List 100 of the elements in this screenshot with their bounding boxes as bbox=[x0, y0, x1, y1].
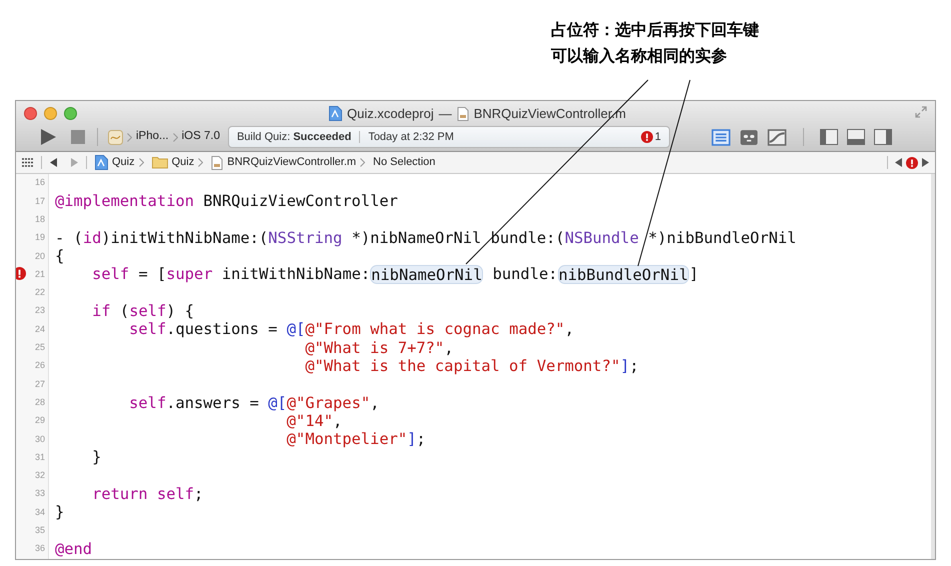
line-number: 36 bbox=[34, 542, 45, 556]
navigator-toggle-icon[interactable] bbox=[820, 129, 838, 145]
build-time: Today at 2:32 PM bbox=[368, 130, 454, 145]
line-number: 20 bbox=[34, 250, 45, 263]
scheme-icon[interactable] bbox=[108, 130, 123, 144]
code-token: .answers = bbox=[166, 394, 260, 412]
code-token: ; bbox=[194, 485, 204, 504]
folder-icon bbox=[152, 156, 168, 169]
line-number: 34 bbox=[34, 506, 45, 519]
code-token: self bbox=[156, 485, 194, 504]
code-placeholder[interactable]: nibNameOrNil bbox=[370, 265, 484, 284]
code-token: @"What is the capital of Vermont?" bbox=[305, 356, 620, 376]
code-token: super bbox=[166, 265, 213, 284]
line-number: 26 bbox=[34, 359, 45, 372]
run-button[interactable] bbox=[39, 128, 57, 146]
code-token: ; bbox=[416, 430, 426, 448]
path-crumb[interactable]: Quiz bbox=[172, 154, 194, 171]
path-crumb[interactable]: No Selection bbox=[373, 154, 436, 171]
scheme-target[interactable]: iPho... bbox=[136, 128, 169, 146]
code-token: @implementation bbox=[55, 192, 194, 211]
code-token: , bbox=[333, 412, 342, 430]
next-issue-icon[interactable] bbox=[921, 158, 929, 167]
code-token: @[ bbox=[268, 394, 287, 412]
code-token: return bbox=[92, 485, 148, 504]
window-title: Quiz.xcodeproj bbox=[347, 105, 434, 123]
code-token: self bbox=[129, 394, 166, 412]
close-button[interactable] bbox=[24, 106, 37, 120]
code-token: *)nibBundleOrNil bbox=[648, 228, 796, 248]
annotation-text: 可以输入名称相同的实参 bbox=[551, 46, 727, 66]
code-token: bundle: bbox=[492, 265, 558, 284]
line-number: 28 bbox=[34, 396, 45, 409]
file-icon bbox=[211, 156, 224, 170]
code-token: .questions = bbox=[166, 320, 278, 339]
line-number: 22 bbox=[34, 286, 45, 300]
chevron-icon bbox=[198, 158, 204, 167]
code-token: ) { bbox=[166, 302, 194, 320]
code-token: id bbox=[82, 228, 102, 248]
code-token: @end bbox=[55, 540, 92, 558]
code-token: BNRQuizViewController bbox=[203, 192, 398, 211]
standard-editor-icon[interactable] bbox=[710, 128, 731, 146]
code-token: } bbox=[55, 503, 64, 522]
line-number: 16 bbox=[34, 176, 45, 190]
fullscreen-icon[interactable] bbox=[915, 106, 927, 118]
code-token: @[ bbox=[286, 320, 306, 339]
chevron-icon bbox=[138, 158, 144, 167]
code-token: self bbox=[92, 265, 130, 284]
code-token: , bbox=[370, 394, 380, 412]
code-token: } bbox=[92, 448, 102, 467]
line-number: 24 bbox=[34, 322, 45, 336]
zoom-button[interactable] bbox=[64, 106, 77, 120]
code-token: self bbox=[129, 320, 166, 339]
code-token: ] bbox=[689, 265, 699, 284]
line-number: 33 bbox=[34, 487, 45, 500]
code-token: )initWithNibName:( bbox=[101, 228, 268, 248]
scheme-sdk[interactable]: iOS 7.0 bbox=[182, 128, 220, 146]
line-number: 30 bbox=[34, 432, 45, 446]
line-number: 21 bbox=[34, 268, 45, 281]
project-icon bbox=[329, 106, 342, 122]
version-editor-icon[interactable] bbox=[766, 128, 787, 146]
code-token: , bbox=[444, 338, 454, 357]
code-token: - ( bbox=[55, 228, 83, 248]
code-token: , bbox=[564, 320, 574, 339]
line-number: 31 bbox=[34, 450, 45, 464]
chevron-icon bbox=[127, 132, 132, 142]
line-number: 25 bbox=[34, 341, 45, 354]
code-token: initWithNibName: bbox=[222, 265, 370, 284]
code-token: ] bbox=[620, 356, 630, 376]
previous-issue-icon[interactable] bbox=[895, 158, 903, 167]
line-number: 32 bbox=[34, 469, 45, 482]
error-icon bbox=[640, 131, 653, 143]
grid-icon[interactable] bbox=[22, 158, 33, 167]
back-arrow-icon[interactable] bbox=[50, 158, 58, 167]
code-token: ] bbox=[407, 430, 416, 448]
code-token: @"14" bbox=[286, 412, 333, 430]
path-crumb[interactable]: BNRQuizViewController.m bbox=[227, 154, 356, 171]
code-token: @"Grapes" bbox=[286, 394, 370, 412]
build-status: Build Quiz: Succeeded bbox=[236, 130, 352, 145]
debug-toggle-icon[interactable] bbox=[846, 129, 865, 145]
utilities-toggle-icon[interactable] bbox=[874, 129, 892, 145]
code-token: @"What is 7+7?" bbox=[305, 338, 444, 357]
line-number: 19 bbox=[34, 231, 45, 244]
code-token: @"From what is cognac made?" bbox=[305, 320, 565, 339]
code-token: = [ bbox=[138, 265, 166, 284]
error-icon bbox=[906, 156, 918, 168]
code-token: NSBundle bbox=[564, 228, 639, 248]
path-crumb[interactable]: Quiz bbox=[112, 154, 135, 171]
chevron-icon bbox=[360, 158, 366, 167]
code-token: self bbox=[129, 302, 166, 320]
error-count: 1 bbox=[654, 130, 661, 145]
file-icon bbox=[456, 106, 469, 121]
code-token: ( bbox=[120, 302, 130, 320]
line-number: 23 bbox=[34, 304, 45, 318]
assistant-editor-icon[interactable] bbox=[738, 128, 759, 146]
code-token: NSString bbox=[268, 228, 342, 248]
annotation-text: 占位符：选中后再按下回车键 bbox=[551, 20, 759, 40]
code-token: ; bbox=[630, 356, 639, 376]
project-icon bbox=[95, 155, 108, 170]
code-placeholder[interactable]: nibBundleOrNil bbox=[558, 265, 690, 284]
line-number: 17 bbox=[34, 194, 45, 208]
chevron-icon bbox=[172, 132, 178, 142]
